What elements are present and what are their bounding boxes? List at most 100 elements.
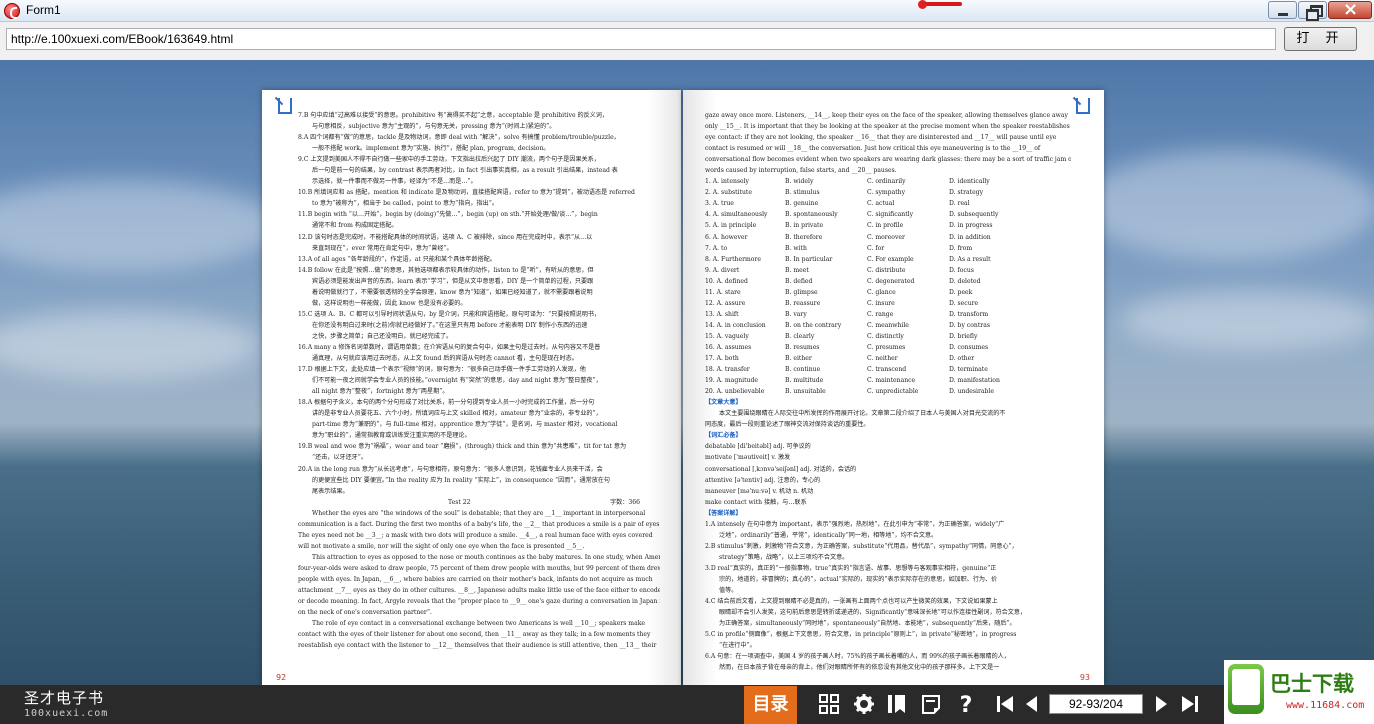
bookmark-icon[interactable] — [1076, 98, 1090, 114]
text-line: 7.B 句中应填“过高难以接受”的意思。prohibitive 有“高得买不起”… — [298, 112, 608, 119]
text-line: 15.C 选项 A、B、C 都可以引导时间状语从句，by 是介词，只能和宾语搭配… — [298, 310, 601, 318]
option-choice: C. in profile — [867, 222, 904, 230]
option-choice: 1. A. intensely — [705, 178, 750, 186]
bookmark-list-icon[interactable] — [886, 693, 908, 715]
title-bar: Form1 — [0, 0, 1374, 22]
right-page[interactable]: gaze away once more. Listeners, __14__, … — [683, 90, 1104, 685]
text-line: The role of eye contact in a conversatio… — [312, 620, 646, 628]
last-page-icon[interactable] — [1179, 693, 1201, 715]
minimize-button[interactable] — [1268, 1, 1297, 19]
option-choice: C. actual — [867, 200, 895, 208]
text-line: all night 意为“整夜”，fortnight 意为“两星期”。 — [312, 388, 449, 396]
option-choice: C. moreover — [867, 233, 905, 241]
bookmark-icon[interactable] — [278, 98, 292, 114]
option-choice: B. defied — [785, 277, 813, 285]
option-choice: D. strategy — [949, 189, 984, 197]
section-heading: 【文章大意】 — [705, 399, 742, 407]
close-button[interactable] — [1328, 0, 1372, 20]
text-line: This attraction to eyes as opposed to th… — [312, 553, 660, 561]
option-choice: 19. A. magnitude — [705, 377, 758, 385]
option-choice: D. from — [949, 244, 973, 252]
option-row: 10. A. defined B. defied C. degenerated D. … — [705, 276, 1071, 287]
prev-page-icon[interactable] — [1021, 693, 1043, 715]
text-line: 14.B follow 在此是“按照…做”的意思，其他选项都表示较具体的动作，l… — [298, 266, 594, 274]
page-indicator[interactable]: 92-93/204 — [1049, 694, 1143, 714]
progress-thermometer-icon — [918, 0, 962, 9]
text-line: 然而，在日本孩子背在母亲的背上，他们对眼睛所怀有的依恋没有其他文化中的孩子那样多… — [719, 664, 1000, 672]
text-line: attachment __7__ eyes as they do in othe… — [298, 587, 660, 595]
text-line: 后一句是前一句的结果，by contrast 表示两者对比，in fact 引出… — [312, 167, 618, 175]
brand-name: 圣才电子书 — [24, 689, 105, 707]
option-choice: B. spontaneously — [785, 211, 838, 219]
option-choice: D. transform — [949, 310, 989, 318]
option-choice: D. by contras — [949, 321, 990, 329]
option-choice: D. identically — [949, 178, 990, 186]
option-row: 5. A. in principle B. in private C. in pro… — [705, 220, 1071, 231]
option-row: 16. A. assumes B. resumes C. presumes D. co… — [705, 342, 1071, 353]
open-book: 7.B 句中应填“过高难以接受”的意思。prohibitive 有“高得买不起”… — [262, 90, 1104, 685]
option-choice: C. neither — [867, 355, 898, 363]
option-choice: B. stimulus — [785, 189, 820, 197]
option-choice: C. distribute — [867, 266, 906, 274]
text-line: 泛地”，ordinarily“普通，平常”，identically“同一地，相等… — [719, 531, 938, 539]
option-choice: D. As a result — [949, 255, 991, 263]
text-line: 之快，步骤之简单；自己还没明白，就已经完成了。 — [312, 332, 453, 340]
option-row: 11. A. stare B. glimpse C. glance D. peek — [705, 287, 1071, 298]
text-line: 示选择，就一件事而不做另一件事，经译为“不是…而是…”。 — [312, 178, 477, 186]
text-line: to 意为“被称为”，相当于 be called，point to 意为“指向，… — [312, 200, 498, 208]
option-row: 19. A. magnitude B. multitude C. maintenan… — [705, 375, 1071, 386]
help-icon[interactable]: ? — [955, 693, 977, 715]
option-choice: 12. A. assure — [705, 299, 746, 307]
option-choice: 16. A. assumes — [705, 343, 752, 351]
text-line: conversational [ˌkɔnvə'seiʃənl] adj. 对话的… — [705, 465, 857, 473]
option-choice: 14. A. in conclusion — [705, 321, 766, 329]
option-choice: 15. A. vaguely — [705, 332, 749, 340]
option-choice: B. widely — [785, 178, 814, 186]
open-button[interactable]: 打 开 — [1284, 27, 1357, 51]
first-page-icon[interactable] — [994, 693, 1016, 715]
left-page[interactable]: 7.B 句中应填“过高难以接受”的意思。prohibitive 有“高得买不起”… — [262, 90, 681, 685]
option-row: 1. A. intensely B. widely C. ordinarily D. … — [705, 176, 1071, 187]
text-line: people with eyes. In Japan, __6__, where… — [298, 575, 653, 583]
text-line: 18.A 根据句子含义，本句的两个分句形成了对比关系，前一分句提到专业人员一小时… — [298, 399, 595, 407]
next-page-icon[interactable] — [1150, 693, 1172, 715]
url-input[interactable]: http://e.100xuexi.com/EBook/163649.html — [6, 28, 1276, 50]
option-choice: C. maintenance — [867, 377, 916, 385]
option-choice: 4. A. simultaneously — [705, 211, 768, 219]
text-line: contact is resumed or will __18__ the co… — [705, 145, 1041, 153]
option-choice: C. unpredictable — [867, 388, 919, 396]
restore-button[interactable] — [1298, 1, 1327, 21]
option-choice: D. deleted — [949, 277, 981, 285]
toc-button[interactable]: 目录 — [744, 686, 797, 724]
test-title: Test 22 — [448, 498, 471, 506]
text-line: make contact with 接触，与…联系 — [705, 498, 807, 506]
left-page-number: 92 — [276, 673, 287, 682]
option-choice: 13. A. shift — [705, 310, 739, 318]
option-choice: B. therefore — [785, 233, 823, 241]
text-line: will not motivate a smile, nor will the … — [298, 542, 585, 550]
option-choice: 8. A. Furthermore — [705, 255, 761, 263]
grid-icon[interactable] — [818, 693, 840, 715]
text-line: 意为“职业的”，通常指教育或训练受注重实用的不是理论。 — [312, 432, 471, 440]
text-line: gaze away once more. Listeners, __14__, … — [705, 112, 1068, 119]
option-choice: B. with — [785, 244, 807, 252]
option-row: 18. A. transfer B. continue C. transcend D.… — [705, 364, 1071, 375]
settings-gear-icon[interactable] — [853, 693, 875, 715]
note-icon[interactable] — [920, 693, 942, 715]
option-choice: B. meet — [785, 266, 809, 274]
option-choice: C. degenerated — [867, 277, 915, 285]
text-line: 9.C 上文提到美国人不得不自行做一些家中的手工劳动，下文指出拉后兴起了 DIY… — [298, 156, 600, 164]
text-line: 17.D 根据上下文，此处应填一个表示“视频”的词，原句意为：“很多自己动手做一… — [298, 366, 586, 374]
text-line: 讲的是非专业人员要花五、六个小时，所填词应与上文 skilled 相对，amat… — [312, 410, 602, 418]
option-choice: B. unsuitable — [785, 388, 826, 396]
section-heading: 【答案详解】 — [705, 509, 742, 517]
option-row: 15. A. vaguely B. clearly C. distinctly D. … — [705, 331, 1071, 342]
option-choice: 9. A. divert — [705, 266, 740, 274]
brand-url: 100xuexi.com — [24, 708, 109, 719]
option-choice: D. consumes — [949, 343, 989, 351]
text-line: reestablish eye contact with the listene… — [298, 642, 657, 650]
option-choice: B. clearly — [785, 332, 815, 340]
ebook-viewer[interactable]: 7.B 句中应填“过高难以接受”的意思。prohibitive 有“高得买不起”… — [0, 60, 1374, 685]
text-line: communication is a fact. During the firs… — [298, 520, 660, 528]
watermark-logo: 巴士下载 www.11684.com — [1224, 660, 1374, 724]
